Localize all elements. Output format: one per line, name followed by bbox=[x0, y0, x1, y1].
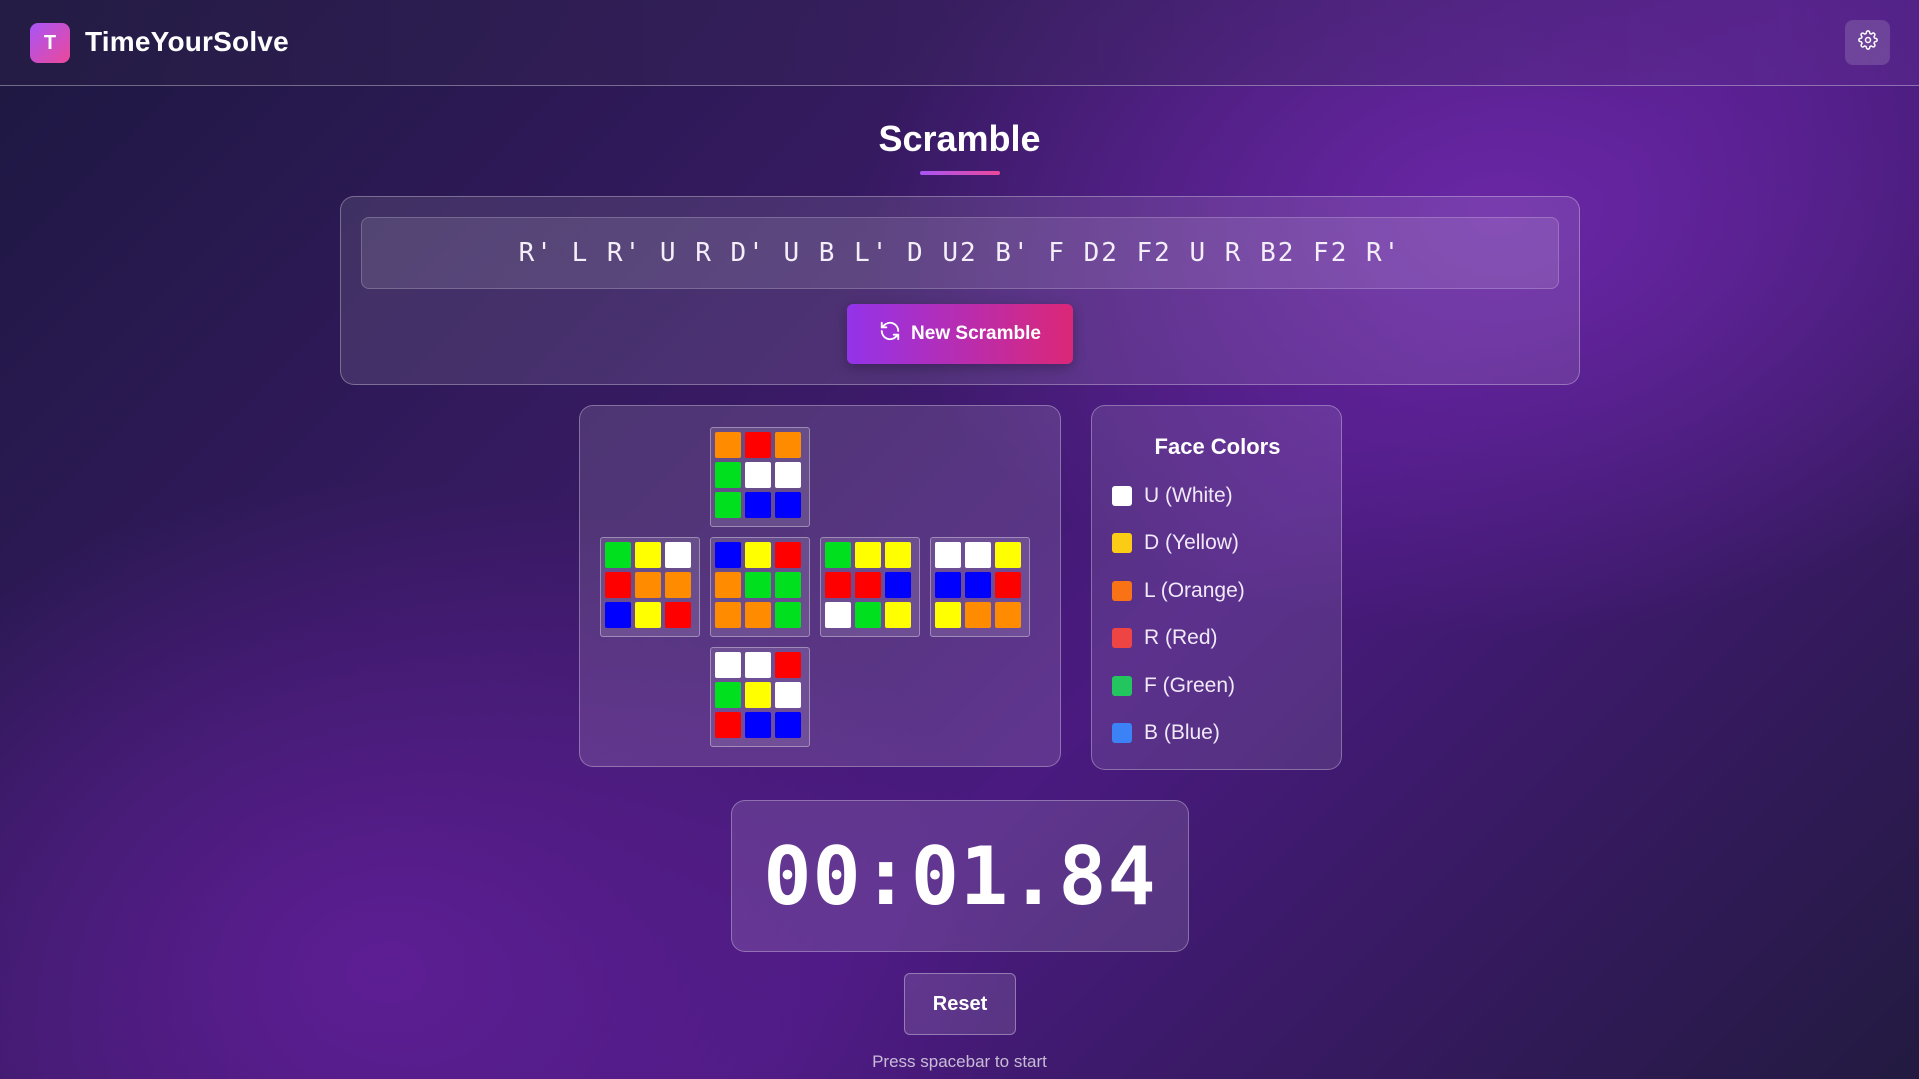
cube-sticker bbox=[995, 572, 1021, 598]
cube-sticker bbox=[715, 492, 741, 518]
cube-sticker bbox=[965, 572, 991, 598]
legend-item: R (Red) bbox=[1112, 626, 1218, 650]
cube-sticker bbox=[775, 462, 801, 488]
cube-sticker bbox=[715, 712, 741, 738]
cube-face-f bbox=[710, 537, 810, 637]
cube-sticker bbox=[745, 492, 771, 518]
face-colors-legend: Face Colors U (White) D (Yellow) L (Oran… bbox=[1091, 405, 1342, 770]
new-scramble-button[interactable]: New Scramble bbox=[847, 304, 1073, 364]
cube-sticker bbox=[855, 572, 881, 598]
cube-sticker bbox=[965, 602, 991, 628]
app-header: T TimeYourSolve bbox=[0, 0, 1919, 86]
cube-sticker bbox=[715, 602, 741, 628]
legend-label: F (Green) bbox=[1144, 674, 1236, 697]
spacebar-hint: Press spacebar to start bbox=[872, 1052, 1047, 1071]
legend-label: U (White) bbox=[1144, 484, 1233, 507]
cube-sticker bbox=[665, 542, 691, 568]
cube-sticker bbox=[715, 572, 741, 598]
cube-sticker bbox=[635, 542, 661, 568]
cube-sticker bbox=[995, 602, 1021, 628]
legend-label: L (Orange) bbox=[1144, 579, 1245, 602]
scramble-sequence: R' L R' U R D' U B L' D U2 B' F D2 F2 U … bbox=[361, 217, 1559, 289]
cube-face-u bbox=[710, 427, 810, 527]
reset-label: Reset bbox=[932, 992, 988, 1015]
legend-title: Face Colors bbox=[1154, 434, 1281, 459]
cube-sticker bbox=[745, 572, 771, 598]
legend-item: L (Orange) bbox=[1112, 579, 1245, 603]
cube-sticker bbox=[745, 712, 771, 738]
scramble-heading: Scramble bbox=[878, 118, 1041, 159]
color-swatch bbox=[1112, 723, 1132, 743]
cube-sticker bbox=[665, 572, 691, 598]
cube-sticker bbox=[715, 462, 741, 488]
cube-sticker bbox=[775, 432, 801, 458]
cube-sticker bbox=[715, 682, 741, 708]
legend-label: D (Yellow) bbox=[1144, 531, 1239, 554]
scramble-card: R' L R' U R D' U B L' D U2 B' F D2 F2 U … bbox=[340, 196, 1580, 385]
logo-letter: T bbox=[43, 31, 57, 54]
color-swatch bbox=[1112, 533, 1132, 553]
legend-item: F (Green) bbox=[1112, 674, 1235, 698]
color-swatch bbox=[1112, 581, 1132, 601]
new-scramble-label: New Scramble bbox=[911, 323, 1041, 344]
cube-sticker bbox=[775, 712, 801, 738]
cube-sticker bbox=[715, 432, 741, 458]
color-swatch bbox=[1112, 676, 1132, 696]
cube-sticker bbox=[885, 542, 911, 568]
reset-button[interactable]: Reset bbox=[904, 973, 1016, 1035]
cube-sticker bbox=[935, 602, 961, 628]
cube-sticker bbox=[745, 682, 771, 708]
cube-sticker bbox=[635, 602, 661, 628]
heading-underline bbox=[920, 171, 1000, 175]
cube-net-panel bbox=[579, 405, 1061, 767]
cube-sticker bbox=[605, 572, 631, 598]
cube-sticker bbox=[605, 542, 631, 568]
cube-sticker bbox=[935, 572, 961, 598]
cube-sticker bbox=[775, 542, 801, 568]
cube-sticker bbox=[715, 652, 741, 678]
cube-sticker bbox=[995, 542, 1021, 568]
app-logo: T bbox=[30, 23, 70, 63]
cube-sticker bbox=[775, 682, 801, 708]
cube-sticker bbox=[855, 602, 881, 628]
cube-face-b bbox=[930, 537, 1030, 637]
cube-sticker bbox=[745, 542, 771, 568]
legend-label: B (Blue) bbox=[1144, 721, 1220, 744]
cube-face-r bbox=[820, 537, 920, 637]
cube-sticker bbox=[775, 492, 801, 518]
cube-sticker bbox=[775, 602, 801, 628]
legend-item: D (Yellow) bbox=[1112, 531, 1239, 555]
cube-face-l bbox=[600, 537, 700, 637]
legend-item: U (White) bbox=[1112, 484, 1233, 508]
cube-sticker bbox=[745, 602, 771, 628]
legend-label: R (Red) bbox=[1144, 626, 1218, 649]
cube-sticker bbox=[715, 542, 741, 568]
cube-face-d bbox=[710, 647, 810, 747]
cube-sticker bbox=[635, 572, 661, 598]
settings-button[interactable] bbox=[1845, 20, 1890, 65]
color-swatch bbox=[1112, 486, 1132, 506]
cube-sticker bbox=[885, 602, 911, 628]
cube-sticker bbox=[825, 572, 851, 598]
cube-sticker bbox=[775, 572, 801, 598]
cube-sticker bbox=[745, 652, 771, 678]
refresh-icon bbox=[879, 320, 901, 348]
cube-sticker bbox=[775, 652, 801, 678]
app-title: TimeYourSolve bbox=[85, 26, 289, 57]
cube-sticker bbox=[745, 432, 771, 458]
cube-sticker bbox=[825, 602, 851, 628]
gear-icon bbox=[1857, 30, 1878, 55]
cube-sticker bbox=[665, 602, 691, 628]
cube-sticker bbox=[605, 602, 631, 628]
cube-sticker bbox=[885, 572, 911, 598]
timer-value: 00:01.84 bbox=[763, 829, 1157, 923]
legend-item: B (Blue) bbox=[1112, 721, 1220, 745]
timer-display[interactable]: 00:01.84 bbox=[731, 800, 1189, 952]
cube-sticker bbox=[825, 542, 851, 568]
cube-sticker bbox=[965, 542, 991, 568]
color-swatch bbox=[1112, 628, 1132, 648]
cube-sticker bbox=[855, 542, 881, 568]
cube-sticker bbox=[745, 462, 771, 488]
cube-sticker bbox=[935, 542, 961, 568]
